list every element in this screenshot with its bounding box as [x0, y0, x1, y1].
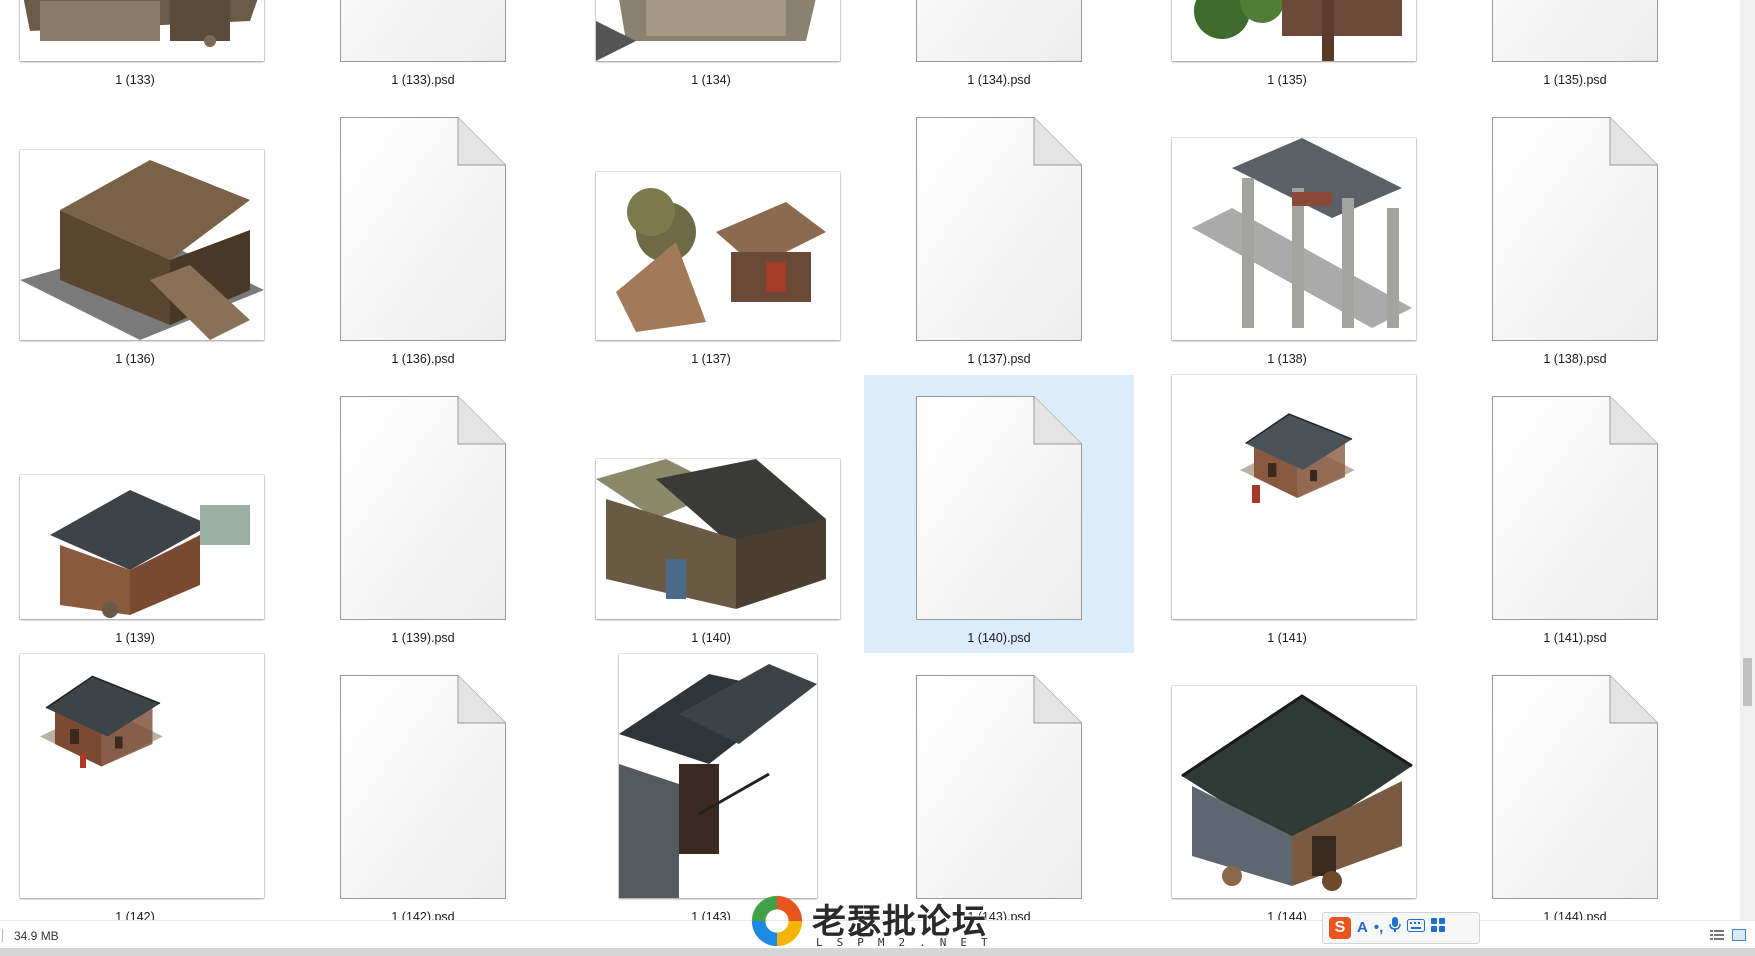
image-file-item[interactable]: 1 (143)	[576, 654, 846, 920]
watermark: 老瑟批论坛 LSPM2.NET	[748, 888, 1008, 956]
watermark-logo-icon	[751, 895, 803, 947]
file-grid: 1 (133) 1 (133).psd 1 (134) 1 (134).psd 1 …	[0, 0, 1740, 920]
psd-file-item[interactable]: 1 (133).psd	[288, 0, 558, 95]
file-name-label: 1 (135).psd	[1543, 73, 1607, 87]
file-name-label: 1 (141).psd	[1543, 631, 1607, 645]
psd-file-item[interactable]: 1 (138).psd	[1440, 96, 1710, 374]
file-name-label: 1 (133).psd	[391, 73, 455, 87]
file-name-label: 1 (144).psd	[1543, 910, 1607, 920]
file-name-label: 1 (134)	[691, 73, 731, 87]
psd-file-item[interactable]: 1 (135).psd	[1440, 0, 1710, 95]
image-file-item[interactable]: 1 (140)	[576, 375, 846, 653]
sogou-logo-icon[interactable]: S	[1329, 917, 1351, 939]
image-file-item[interactable]: 1 (133)	[0, 0, 270, 95]
image-file-item[interactable]: 1 (136)	[0, 96, 270, 374]
image-thumbnail	[1172, 138, 1416, 340]
vertical-scrollbar[interactable]	[1740, 0, 1755, 920]
file-name-label: 1 (133)	[115, 73, 155, 87]
psd-file-item[interactable]: 1 (144).psd	[1440, 654, 1710, 920]
status-selected-size: 34.9 MB	[14, 929, 59, 943]
document-icon	[1492, 117, 1658, 341]
file-name-label: 1 (137).psd	[967, 352, 1031, 366]
document-icon	[340, 396, 506, 620]
image-thumbnail	[596, 172, 840, 340]
document-icon	[1492, 675, 1658, 899]
status-separator	[2, 929, 3, 942]
file-name-label: 1 (138).psd	[1543, 352, 1607, 366]
document-icon	[340, 117, 506, 341]
file-name-label: 1 (141)	[1267, 631, 1307, 645]
image-file-item[interactable]: 1 (142)	[0, 654, 270, 920]
file-name-label: 1 (135)	[1267, 73, 1307, 87]
punctuation-icon[interactable]: •,	[1374, 918, 1383, 938]
image-file-item[interactable]: 1 (135)	[1152, 0, 1422, 95]
keyboard-icon[interactable]	[1407, 918, 1426, 938]
large-icons-view-icon[interactable]	[1732, 929, 1746, 941]
image-thumbnail	[596, 459, 840, 619]
image-thumbnail	[619, 654, 817, 898]
image-file-item[interactable]: 1 (144)	[1152, 654, 1422, 920]
file-name-label: 1 (137)	[691, 352, 731, 366]
psd-file-item[interactable]: 1 (134).psd	[864, 0, 1134, 95]
file-name-label: 1 (139).psd	[391, 631, 455, 645]
image-thumbnail	[20, 150, 264, 340]
mic-icon[interactable]	[1389, 917, 1402, 939]
document-icon	[916, 117, 1082, 341]
document-icon	[340, 675, 506, 899]
document-icon	[340, 0, 506, 62]
document-icon	[1492, 0, 1658, 62]
apps-icon[interactable]	[1431, 918, 1446, 938]
psd-file-item[interactable]: 1 (140).psd	[864, 375, 1134, 653]
image-file-item[interactable]: 1 (141)	[1152, 375, 1422, 653]
image-thumbnail	[20, 654, 264, 898]
file-name-label: 1 (140)	[691, 631, 731, 645]
scrollbar-thumb[interactable]	[1743, 658, 1752, 706]
file-name-label: 1 (136).psd	[391, 352, 455, 366]
psd-file-item[interactable]: 1 (143).psd	[864, 654, 1134, 920]
image-file-item[interactable]: 1 (134)	[576, 0, 846, 95]
details-view-icon[interactable]	[1710, 929, 1724, 941]
image-file-item[interactable]: 1 (138)	[1152, 96, 1422, 374]
file-name-label: 1 (140).psd	[967, 631, 1031, 645]
image-thumbnail	[1172, 0, 1416, 61]
image-thumbnail	[20, 475, 264, 619]
psd-file-item[interactable]: 1 (141).psd	[1440, 375, 1710, 653]
file-name-label: 1 (136)	[115, 352, 155, 366]
image-thumbnail	[20, 0, 264, 61]
image-file-item[interactable]: 1 (139)	[0, 375, 270, 653]
document-icon	[916, 675, 1082, 899]
image-thumbnail	[1172, 686, 1416, 898]
psd-file-item[interactable]: 1 (136).psd	[288, 96, 558, 374]
document-icon	[1492, 396, 1658, 620]
image-thumbnail	[1172, 375, 1416, 619]
image-file-item[interactable]: 1 (137)	[576, 96, 846, 374]
psd-file-item[interactable]: 1 (142).psd	[288, 654, 558, 920]
psd-file-item[interactable]: 1 (139).psd	[288, 375, 558, 653]
image-thumbnail	[596, 0, 840, 61]
file-name-label: 1 (139)	[115, 631, 155, 645]
ime-mode-button[interactable]: A	[1357, 918, 1368, 938]
file-name-label: 1 (138)	[1267, 352, 1307, 366]
document-icon	[916, 0, 1082, 62]
file-name-label: 1 (134).psd	[967, 73, 1031, 87]
ime-toolbar[interactable]: S A •,	[1322, 912, 1480, 944]
document-icon	[916, 396, 1082, 620]
file-name-label: 1 (142)	[115, 910, 155, 920]
file-name-label: 1 (142).psd	[391, 910, 455, 920]
watermark-subtitle: LSPM2.NET	[816, 936, 1002, 949]
psd-file-item[interactable]: 1 (137).psd	[864, 96, 1134, 374]
